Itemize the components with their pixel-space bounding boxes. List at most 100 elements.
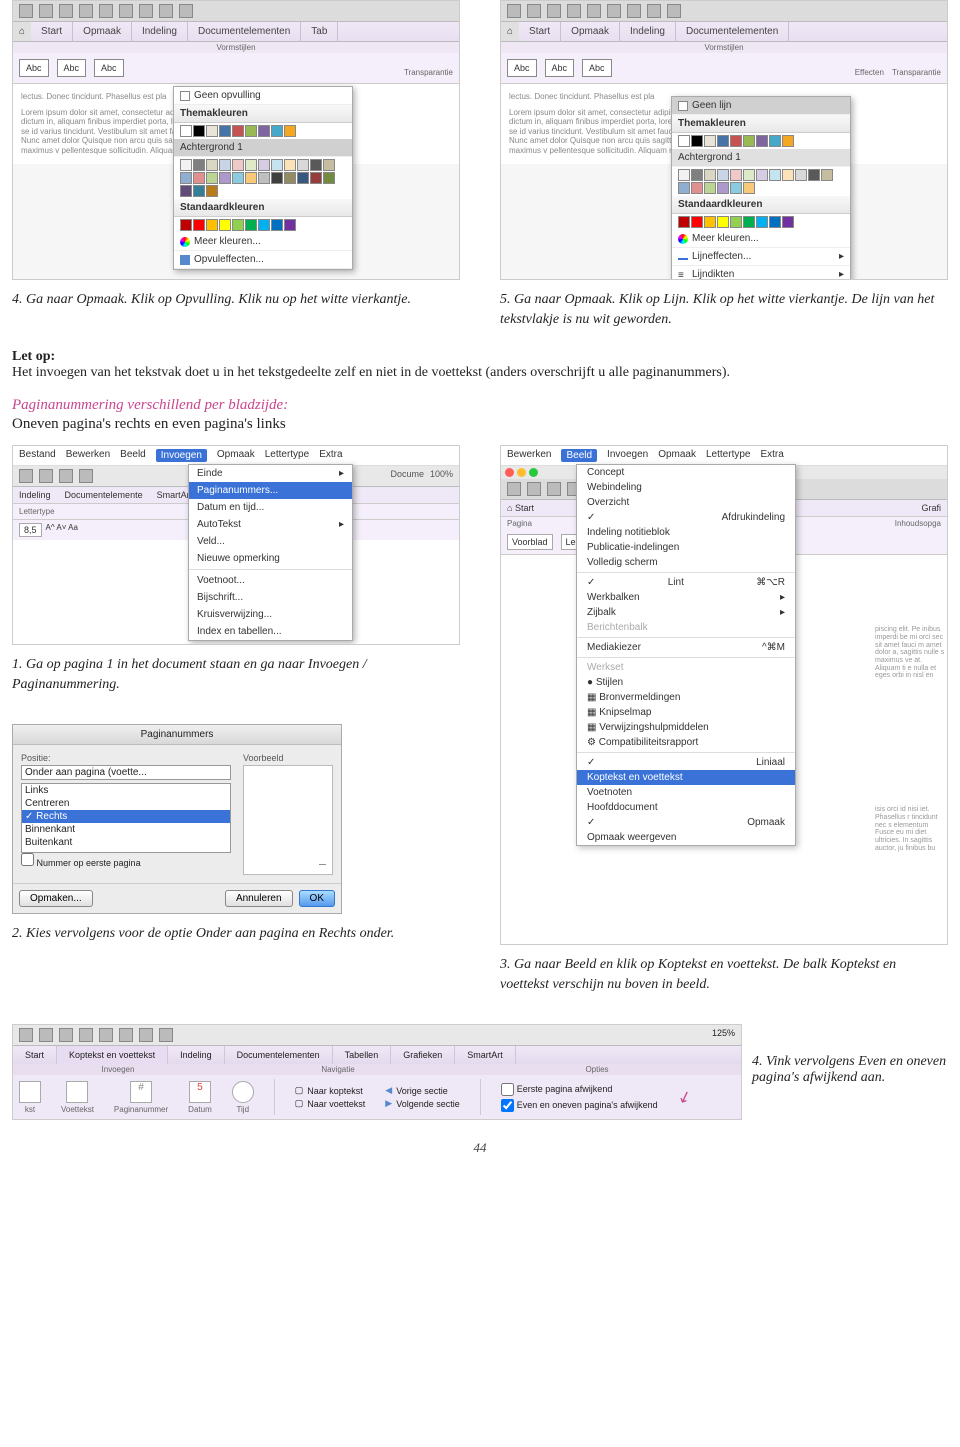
fill-effects-option[interactable]: Opvuleffecten... bbox=[174, 251, 352, 269]
r4-vorige-sectie-btn[interactable]: ◀Vorige sectie bbox=[385, 1085, 459, 1096]
r4-tab-tabellen[interactable]: Tabellen bbox=[333, 1046, 392, 1064]
style-abc-r2[interactable]: Abc bbox=[545, 59, 575, 77]
beeld-opmaak[interactable]: Opmaak bbox=[577, 815, 795, 830]
menu-bewerken[interactable]: Bewerken bbox=[66, 449, 110, 462]
align-links[interactable]: Links bbox=[22, 784, 230, 797]
align-centreren[interactable]: Centreren bbox=[22, 797, 230, 810]
r4-tab-koptekst[interactable]: Koptekst en voettekst bbox=[57, 1046, 168, 1064]
standard-color-swatches-r[interactable] bbox=[672, 214, 850, 230]
opmaken-button[interactable]: Opmaken... bbox=[19, 890, 93, 907]
tab-opmaak[interactable]: Opmaak bbox=[73, 22, 132, 41]
beeld-compatibiliteit[interactable]: ⚙ Compatibiliteitsrapport bbox=[577, 735, 795, 750]
ribbon-tab-smartart[interactable]: SmartArt bbox=[157, 490, 193, 500]
menu-invoegen[interactable]: Invoegen bbox=[156, 449, 207, 462]
menu-kruisverwijzing[interactable]: Kruisverwijzing... bbox=[189, 606, 352, 623]
menu-lettertype-b[interactable]: Lettertype bbox=[706, 449, 750, 462]
style-abc-1[interactable]: Abc bbox=[19, 59, 49, 77]
tab-documentelementen[interactable]: Documentelementen bbox=[676, 22, 789, 41]
r4-checkbox-evenoneven[interactable]: Even en oneven pagina's afwijkend bbox=[501, 1099, 658, 1112]
beeld-afdrukindeling[interactable]: Afdrukindeling bbox=[577, 510, 795, 525]
menu-extra-b[interactable]: Extra bbox=[760, 449, 783, 462]
menu-bestand[interactable]: Bestand bbox=[19, 449, 56, 462]
r4-naar-koptekst-btn[interactable]: ▢Naar koptekst bbox=[295, 1085, 366, 1096]
beeld-concept[interactable]: Concept bbox=[577, 465, 795, 480]
positie-select[interactable]: Onder aan pagina (voette... bbox=[21, 765, 231, 780]
r4-tab-grafieken[interactable]: Grafieken bbox=[391, 1046, 455, 1064]
beeld-overzicht[interactable]: Overzicht bbox=[577, 495, 795, 510]
r4-tijd-btn[interactable]: Tijd bbox=[232, 1081, 254, 1114]
r4-checkbox-eerste[interactable]: Eerste pagina afwijkend bbox=[501, 1083, 658, 1096]
beeld-volledig[interactable]: Volledig scherm bbox=[577, 555, 795, 570]
menu-datum-tijd[interactable]: Datum en tijd... bbox=[189, 499, 352, 516]
style-abc-2[interactable]: Abc bbox=[57, 59, 87, 77]
menu-invoegen-b[interactable]: Invoegen bbox=[607, 449, 648, 462]
style-abc-r1[interactable]: Abc bbox=[507, 59, 537, 77]
beeld-notitieblok[interactable]: Indeling notitieblok bbox=[577, 525, 795, 540]
menu-index-tabellen[interactable]: Index en tabellen... bbox=[189, 623, 352, 640]
ribbon-tab-documentelemente[interactable]: Documentelemente bbox=[65, 490, 143, 500]
tab-documentelementen[interactable]: Documentelementen bbox=[188, 22, 301, 41]
menu-opmaak-b[interactable]: Opmaak bbox=[658, 449, 696, 462]
no-line-option[interactable]: Geen lijn bbox=[672, 97, 850, 115]
annuleren-button[interactable]: Annuleren bbox=[225, 890, 293, 907]
beeld-bronvermeldingen[interactable]: ▦ Bronvermeldingen bbox=[577, 690, 795, 705]
beeld-zijbalk[interactable]: Zijbalk▸ bbox=[577, 605, 795, 620]
beeld-webindeling[interactable]: Webindeling bbox=[577, 480, 795, 495]
line-weights-option[interactable]: ≡Lijndikten▸ bbox=[672, 266, 850, 280]
menu-beeld-b[interactable]: Beeld bbox=[561, 449, 597, 462]
theme-tints-swatches-r[interactable] bbox=[672, 167, 850, 196]
menu-extra[interactable]: Extra bbox=[319, 449, 342, 462]
line-effects-option[interactable]: Lijneffecten...▸ bbox=[672, 248, 850, 266]
r4-paginanummer-btn[interactable]: #Paginanummer bbox=[114, 1081, 168, 1114]
no-fill-option[interactable]: Geen opvulling bbox=[174, 87, 352, 105]
align-rechts[interactable]: ✓ Rechts bbox=[22, 810, 230, 823]
standard-color-swatches[interactable] bbox=[174, 217, 352, 233]
beeld-voetnoten[interactable]: Voetnoten bbox=[577, 785, 795, 800]
voorblad-btn[interactable]: Voorblad bbox=[507, 534, 553, 550]
r4-datum-btn[interactable]: 5Datum bbox=[188, 1081, 212, 1114]
menu-voetnoot[interactable]: Voetnoot... bbox=[189, 572, 352, 589]
menu-einde[interactable]: Einde ▸ bbox=[189, 465, 352, 482]
theme-color-swatches[interactable] bbox=[174, 123, 352, 139]
theme-tints-swatches[interactable] bbox=[174, 157, 352, 199]
tab-indeling[interactable]: Indeling bbox=[620, 22, 676, 41]
menu-veld[interactable]: Veld... bbox=[189, 533, 352, 550]
r4-naar-voettekst-btn[interactable]: ▢Naar voettekst bbox=[295, 1098, 366, 1109]
ribbon-tab-indeling[interactable]: Indeling bbox=[19, 490, 51, 500]
achtergrond-label[interactable]: Achtergrond 1 bbox=[174, 139, 352, 157]
style-abc-3[interactable]: Abc bbox=[94, 59, 124, 77]
beeld-mediakiezer[interactable]: Mediakiezer^⌘M bbox=[577, 640, 795, 655]
beeld-stijlen[interactable]: ● Stijlen bbox=[577, 675, 795, 690]
font-size-input[interactable]: 8,5 bbox=[19, 523, 42, 537]
menu-bewerken-b[interactable]: Bewerken bbox=[507, 449, 551, 462]
r4-voettekst-btn[interactable]: Voettekst bbox=[61, 1081, 94, 1114]
theme-color-swatches-r[interactable] bbox=[672, 133, 850, 149]
r4-koptekst-btn[interactable]: kst bbox=[19, 1081, 41, 1114]
align-binnenkant[interactable]: Binnenkant bbox=[22, 823, 230, 836]
align-buitenkant[interactable]: Buitenkant bbox=[22, 836, 230, 849]
menu-beeld[interactable]: Beeld bbox=[120, 449, 146, 462]
checkbox-eerste-pagina[interactable]: Nummer op eerste pagina bbox=[21, 858, 141, 868]
tab-extra[interactable]: Tab bbox=[301, 22, 338, 41]
menu-nieuwe-opmerking[interactable]: Nieuwe opmerking bbox=[189, 550, 352, 567]
beeld-publicatie[interactable]: Publicatie-indelingen bbox=[577, 540, 795, 555]
beeld-opmaak-weergeven[interactable]: Opmaak weergeven bbox=[577, 830, 795, 845]
r4-tab-documentelementen[interactable]: Documentelementen bbox=[225, 1046, 333, 1064]
menu-paginanummers[interactable]: Paginanummers... bbox=[189, 482, 352, 499]
r4-volgende-sectie-btn[interactable]: ▶Volgende sectie bbox=[385, 1098, 459, 1109]
beeld-knipselmap[interactable]: ▦ Knipselmap bbox=[577, 705, 795, 720]
tab-start[interactable]: Start bbox=[519, 22, 561, 41]
menu-lettertype[interactable]: Lettertype bbox=[265, 449, 309, 462]
beeld-werkbalken[interactable]: Werkbalken▸ bbox=[577, 590, 795, 605]
achtergrond-label-r[interactable]: Achtergrond 1 bbox=[672, 149, 850, 167]
more-colors-option-r[interactable]: Meer kleuren... bbox=[672, 230, 850, 248]
beeld-verwijzingshulp[interactable]: ▦ Verwijzingshulpmiddelen bbox=[577, 720, 795, 735]
beeld-hoofddocument[interactable]: Hoofddocument bbox=[577, 800, 795, 815]
menu-opmaak[interactable]: Opmaak bbox=[217, 449, 255, 462]
beeld-koptekst-voettekst[interactable]: Koptekst en voettekst bbox=[577, 770, 795, 785]
alignment-listbox[interactable]: Links Centreren ✓ Rechts Binnenkant Buit… bbox=[21, 783, 231, 853]
r4-tab-start[interactable]: Start bbox=[13, 1046, 57, 1064]
beeld-liniaal[interactable]: Liniaal bbox=[577, 755, 795, 770]
style-abc-r3[interactable]: Abc bbox=[582, 59, 612, 77]
ok-button[interactable]: OK bbox=[299, 890, 335, 907]
